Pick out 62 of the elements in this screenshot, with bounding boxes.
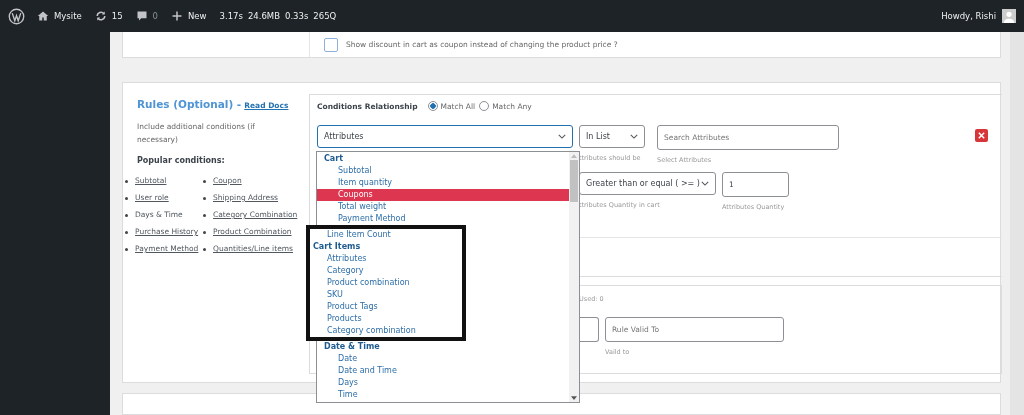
refresh-icon[interactable] bbox=[94, 10, 107, 22]
dropdown-option[interactable]: Product Tags bbox=[310, 301, 462, 313]
bullet-icon bbox=[125, 231, 128, 234]
dropdown-option[interactable]: Subtotal bbox=[317, 165, 569, 177]
dropdown-option[interactable]: Coupons bbox=[317, 189, 569, 201]
bullet-icon bbox=[125, 197, 128, 200]
dropdown-option[interactable]: Attributes bbox=[310, 253, 462, 265]
dropdown-option[interactable]: SKU bbox=[310, 289, 462, 301]
bullet-icon bbox=[125, 180, 128, 183]
section-title: Rules (Optional) - bbox=[137, 98, 242, 110]
page-scrollbar[interactable] bbox=[1010, 32, 1024, 415]
dropdown-option[interactable]: Time bbox=[317, 389, 569, 401]
close-button[interactable] bbox=[975, 129, 988, 142]
comment-icon[interactable] bbox=[135, 10, 148, 22]
bullet-icon bbox=[203, 231, 206, 234]
coupon-checkbox[interactable] bbox=[324, 37, 338, 52]
condition-type-select[interactable]: Attributes bbox=[317, 125, 573, 148]
dropdown-option[interactable]: Total weight bbox=[317, 201, 569, 213]
list-scrollbar[interactable] bbox=[569, 152, 579, 402]
option-group-label: Cart bbox=[323, 153, 345, 165]
bullet-icon bbox=[125, 214, 128, 217]
radio-button[interactable] bbox=[479, 101, 490, 111]
updates-count[interactable]: 15 bbox=[111, 11, 123, 21]
dropdown-option[interactable]: Item quantity bbox=[317, 177, 569, 189]
close-icon bbox=[977, 131, 986, 140]
greeting-text[interactable]: Howdy, Rishi bbox=[941, 11, 996, 21]
option-group-label: Cart Items bbox=[312, 241, 362, 253]
performance-stat[interactable]: 0.33s bbox=[284, 11, 309, 21]
performance-stat[interactable]: 265Q bbox=[313, 11, 337, 21]
quantity-operator-select[interactable]: Greater than or equal ( >= ) bbox=[579, 172, 716, 195]
bullet-icon bbox=[203, 197, 206, 200]
home-icon[interactable] bbox=[37, 10, 49, 22]
plus-icon[interactable] bbox=[170, 10, 183, 22]
dropdown-option[interactable]: Category combination bbox=[310, 325, 462, 337]
bullet-icon bbox=[203, 248, 206, 251]
dropdown-option[interactable]: Date bbox=[317, 353, 569, 365]
date-field[interactable] bbox=[579, 317, 599, 342]
operator-select[interactable]: In List bbox=[579, 125, 645, 148]
site-link[interactable]: Mysite bbox=[54, 11, 82, 21]
bullet-icon bbox=[203, 180, 206, 183]
bullet-icon bbox=[203, 214, 206, 217]
popular-heading: Popular conditions: bbox=[137, 156, 226, 165]
radio-button[interactable] bbox=[427, 101, 438, 111]
dropdown-option[interactable]: Line Item Count bbox=[310, 229, 462, 241]
dropdown-option[interactable]: Days bbox=[317, 377, 569, 389]
dropdown-option[interactable]: Products bbox=[310, 313, 462, 325]
dropdown-option[interactable]: Payment Method bbox=[317, 213, 569, 225]
performance-stat[interactable]: 24.6MB bbox=[247, 11, 280, 21]
comments-count[interactable]: 0 bbox=[152, 11, 158, 21]
option-group-label: Date & Time bbox=[323, 341, 381, 353]
dropdown-option[interactable]: Category bbox=[310, 265, 462, 277]
performance-stat[interactable]: 3.17s bbox=[219, 11, 243, 21]
wordpress-logo-icon[interactable] bbox=[8, 7, 25, 25]
chevron-icon bbox=[630, 134, 638, 139]
scroll-thumb[interactable] bbox=[570, 160, 578, 202]
bullet-icon bbox=[125, 248, 128, 251]
dropdown-option[interactable]: Date and Time bbox=[317, 365, 569, 377]
chevron-icon bbox=[558, 134, 566, 139]
chevron-icon bbox=[701, 181, 709, 186]
scroll-down-icon[interactable] bbox=[571, 396, 577, 400]
new-link[interactable]: New bbox=[187, 11, 207, 21]
dropdown-option[interactable]: Product combination bbox=[310, 277, 462, 289]
